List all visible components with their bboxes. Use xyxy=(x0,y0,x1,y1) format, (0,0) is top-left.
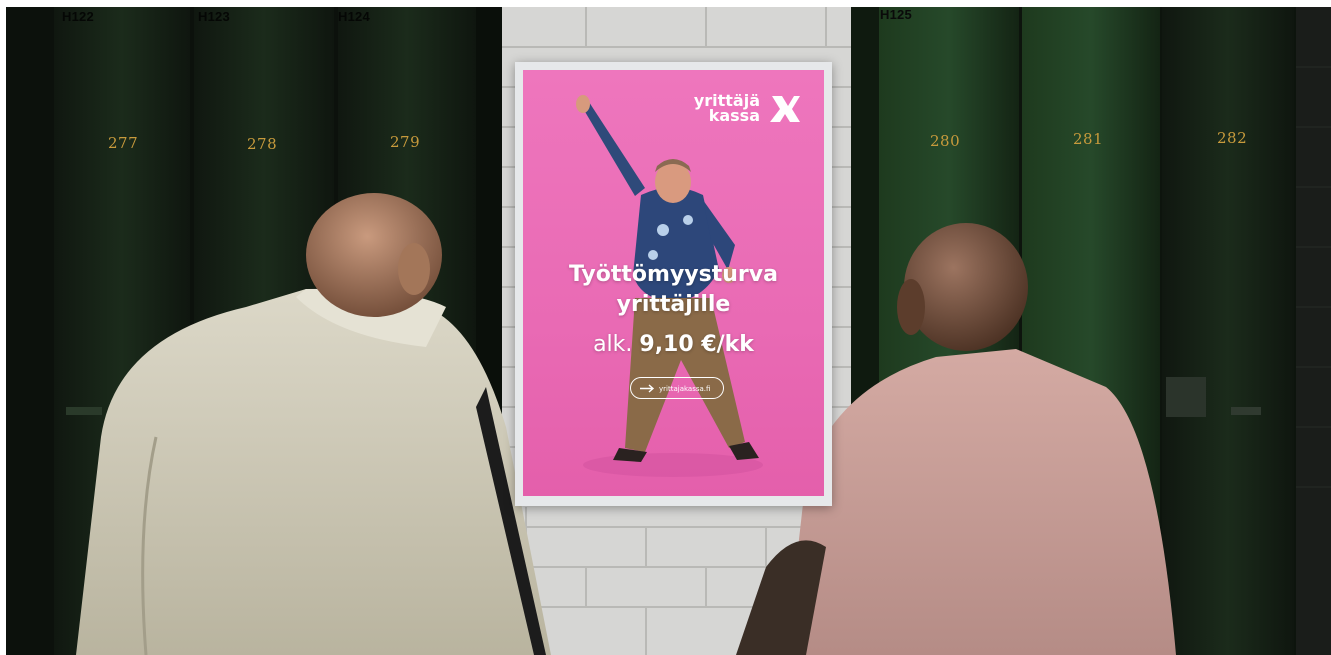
poster-price: alk. 9,10 €/kk xyxy=(523,332,824,357)
arrow-right-icon xyxy=(640,384,655,393)
locker-group-label: H124 xyxy=(338,9,370,24)
photo-scene: H122 H123 H124 H125 277 278 279 280 281 … xyxy=(6,7,1331,655)
locker-number: 280 xyxy=(930,132,961,150)
locker-number: 281 xyxy=(1073,130,1104,148)
headline-line1: Työttömyysturva xyxy=(569,262,778,287)
price-prefix: alk. xyxy=(593,332,633,357)
poster-headline: Työttömyysturva yrittäjille xyxy=(523,260,824,320)
locker-number: 277 xyxy=(108,134,139,152)
yrittajakassa-logo-mark xyxy=(770,96,800,122)
locker-group-label: H125 xyxy=(880,7,912,22)
brand-line2: kassa xyxy=(708,106,760,125)
locker-number: 282 xyxy=(1217,129,1248,147)
locker-group-label: H122 xyxy=(62,9,94,24)
locker-group-label: H123 xyxy=(198,9,230,24)
brand-logo-text: yrittäjä kassa xyxy=(694,93,760,125)
advertisement-poster: yrittäjä kassa Työttömyysturva yrittäjil… xyxy=(515,62,832,506)
price-value: 9,10 €/kk xyxy=(639,332,754,357)
locker-number: 278 xyxy=(247,135,278,153)
cta-text: yrittajakassa.fi xyxy=(659,385,711,393)
poster-cta-pill: yrittajakassa.fi xyxy=(630,377,724,399)
locker-number: 279 xyxy=(390,133,421,151)
headline-line2: yrittäjille xyxy=(616,292,731,317)
poster-artwork: yrittäjä kassa Työttömyysturva yrittäjil… xyxy=(523,70,824,496)
